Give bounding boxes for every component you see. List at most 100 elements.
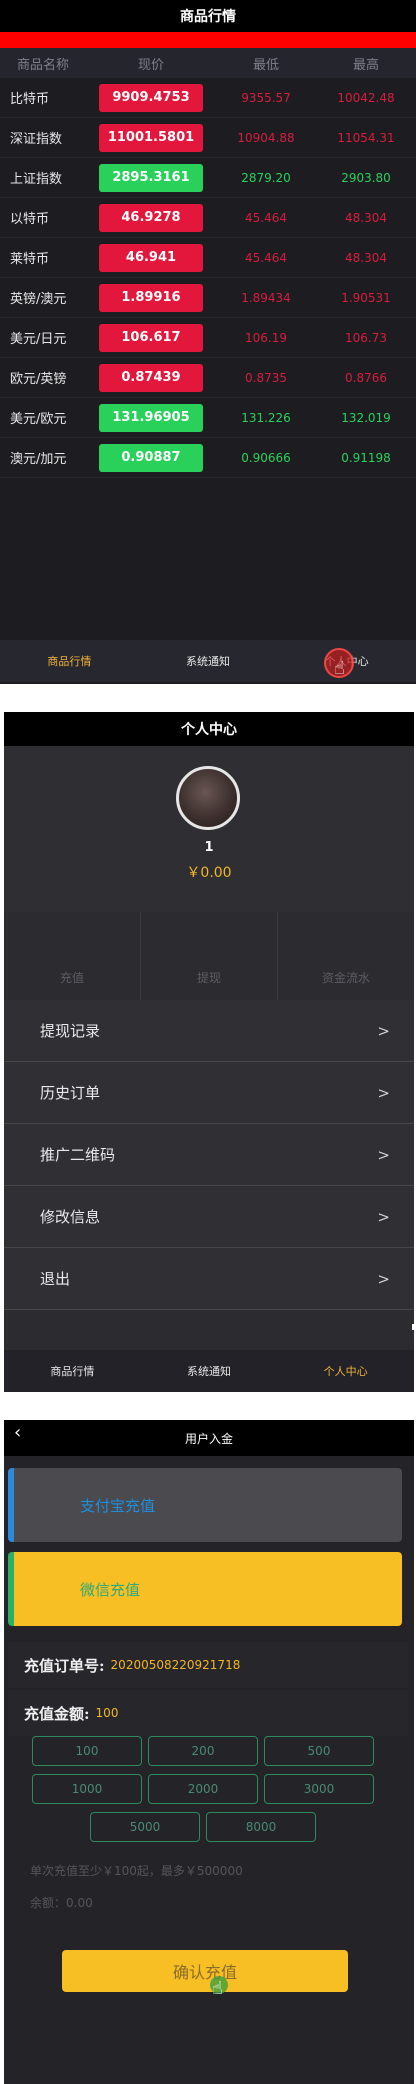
hand-cursor-icon: ☝ <box>212 1978 223 1999</box>
high-price: 11054.31 <box>337 130 395 145</box>
market-table-header: 商品名称 现价 最低 最高 <box>0 48 416 78</box>
menu-item[interactable]: 退出 > <box>4 1248 414 1310</box>
product-name: 上证指数 <box>10 172 63 187</box>
quick-actions: 充值 提现 资金流水 <box>4 912 414 1000</box>
current-price-badge: 46.9278 <box>99 203 203 232</box>
chevron-right-icon: > <box>377 1269 390 1288</box>
table-row[interactable]: 英镑/澳元 1.89916 1.89434 1.90531 <box>0 278 416 318</box>
nav-notifications[interactable]: 系统通知 <box>139 653 278 669</box>
amount-option-button[interactable]: 200 <box>148 1736 258 1766</box>
high-price: 1.90531 <box>341 290 391 305</box>
product-name: 美元/日元 <box>10 332 67 347</box>
product-name: 比特币 <box>10 92 50 107</box>
current-price-badge: 106.617 <box>99 323 203 352</box>
current-price-badge: 2895.3161 <box>99 163 203 192</box>
amount-option-button[interactable]: 2000 <box>148 1774 258 1804</box>
low-price: 131.226 <box>241 410 291 425</box>
low-price: 45.464 <box>245 250 287 265</box>
menu-item-label: 推广二维码 <box>40 1146 116 1164</box>
profile-menu: 提现记录 > 历史订单 > 推广二维码 > 修改信息 > 退出 > <box>4 1000 414 1310</box>
username: 1 <box>204 840 214 855</box>
high-price: 48.304 <box>345 250 387 265</box>
current-price-badge: 11001.5801 <box>99 123 203 152</box>
table-row[interactable]: 澳元/加元 0.90887 0.90666 0.91198 <box>0 438 416 478</box>
nav-notifications[interactable]: 系统通知 <box>141 1363 278 1379</box>
bottom-nav: 商品行情 系统通知 个人中心 <box>4 1350 414 1392</box>
current-price-badge: 0.90887 <box>99 443 203 472</box>
table-row[interactable]: 美元/欧元 131.96905 131.226 132.019 <box>0 398 416 438</box>
current-price-badge: 131.96905 <box>99 403 203 432</box>
current-price-badge: 9909.4753 <box>99 83 203 112</box>
amount-option-button[interactable]: 100 <box>32 1736 142 1766</box>
current-price-cell: 0.90887 <box>86 443 216 472</box>
high-price: 10042.48 <box>337 90 395 105</box>
alipay-option[interactable]: 支付宝充值 <box>8 1468 402 1542</box>
amount-option-button[interactable]: 500 <box>264 1736 374 1766</box>
current-price-cell: 106.617 <box>86 323 216 352</box>
chevron-right-icon: > <box>377 1021 390 1040</box>
low-price: 10904.88 <box>237 130 295 145</box>
menu-item[interactable]: 推广二维码 > <box>4 1124 414 1186</box>
recharge-button[interactable]: 充值 <box>4 912 141 1000</box>
low-price: 45.464 <box>245 210 287 225</box>
deposit-header: ‹ 用户入金 <box>4 1420 414 1456</box>
table-row[interactable]: 比特币 9909.4753 9355.57 10042.48 <box>0 78 416 118</box>
current-price-cell: 2895.3161 <box>86 163 216 192</box>
amount-option-button[interactable]: 8000 <box>206 1812 316 1842</box>
low-price: 9355.57 <box>241 90 291 105</box>
amount-option-button[interactable]: 5000 <box>90 1812 200 1842</box>
back-arrow-icon[interactable]: ‹ <box>14 1422 21 1443</box>
menu-item-label: 修改信息 <box>40 1208 101 1226</box>
low-price: 1.89434 <box>241 290 291 305</box>
order-number-label: 充值订单号: <box>24 1656 105 1675</box>
product-name: 欧元/英镑 <box>10 372 67 387</box>
menu-item-label: 历史订单 <box>40 1084 101 1102</box>
product-name: 英镑/澳元 <box>10 292 67 307</box>
col-name-header: 商品名称 <box>16 57 69 73</box>
table-row[interactable]: 以特币 46.9278 45.464 48.304 <box>0 198 416 238</box>
col-high-header: 最高 <box>352 57 379 73</box>
nav-profile[interactable]: 个人中心 <box>277 1363 414 1379</box>
current-price-badge: 46.941 <box>99 243 203 272</box>
menu-item[interactable]: 提现记录 > <box>4 1000 414 1062</box>
amount-option-button[interactable]: 1000 <box>32 1774 142 1804</box>
withdraw-button[interactable]: 提现 <box>141 912 278 1000</box>
table-row[interactable]: 上证指数 2895.3161 2879.20 2903.80 <box>0 158 416 198</box>
col-low-header: 最低 <box>252 57 279 73</box>
table-row[interactable]: 莱特币 46.941 45.464 48.304 <box>0 238 416 278</box>
amount-option-button[interactable]: 3000 <box>264 1774 374 1804</box>
avatar[interactable] <box>176 766 240 830</box>
col-price-header: 现价 <box>137 57 164 73</box>
current-price-cell: 9909.4753 <box>86 83 216 112</box>
balance-amount: ￥0.00 <box>186 865 232 881</box>
low-price: 106.19 <box>245 330 287 345</box>
menu-item[interactable]: 历史订单 > <box>4 1062 414 1124</box>
current-price-badge: 1.89916 <box>99 283 203 312</box>
menu-item[interactable]: 修改信息 > <box>4 1186 414 1248</box>
amount-label: 充值金额: <box>24 1704 90 1723</box>
high-price: 48.304 <box>345 210 387 225</box>
table-row[interactable]: 欧元/英镑 0.87439 0.8735 0.8766 <box>0 358 416 398</box>
market-screen: 商品行情 商品名称 现价 最低 最高 比特币 9909.4753 9355.57 10… <box>0 0 416 684</box>
low-price: 2879.20 <box>241 170 291 185</box>
red-banner <box>0 32 416 48</box>
market-title: 商品行情 <box>0 0 416 32</box>
nav-market[interactable]: 商品行情 <box>0 653 139 669</box>
profile-header: 1 ￥0.00 <box>4 746 414 912</box>
low-price: 0.90666 <box>241 450 291 465</box>
low-price: 0.8735 <box>245 370 287 385</box>
deposit-screen: ‹ 用户入金 支付宝充值 微信充值 充值订单号: 202005082209217… <box>4 1420 414 2084</box>
confirm-recharge-button[interactable]: 确认充值 <box>62 1950 348 1992</box>
table-row[interactable]: 美元/日元 106.617 106.19 106.73 <box>0 318 416 358</box>
wechat-option[interactable]: 微信充值 <box>8 1552 402 1626</box>
table-row[interactable]: 深证指数 11001.5801 10904.88 11054.31 <box>0 118 416 158</box>
amount-value[interactable]: 100 <box>96 1706 119 1720</box>
product-name: 深证指数 <box>10 132 63 147</box>
current-price-cell: 131.96905 <box>86 403 216 432</box>
order-number-value: 20200508220921718 <box>110 1658 241 1672</box>
nav-market[interactable]: 商品行情 <box>4 1363 141 1379</box>
fund-flow-button[interactable]: 资金流水 <box>278 912 414 1000</box>
order-number-row: 充值订单号: 20200508220921718 <box>8 1642 408 1688</box>
scroll-marker <box>412 1324 414 1330</box>
high-price: 0.91198 <box>341 450 391 465</box>
